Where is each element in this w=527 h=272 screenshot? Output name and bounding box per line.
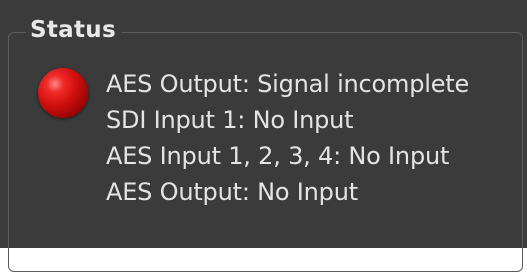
- status-group-title: Status: [26, 13, 122, 47]
- status-panel: Status AES Output: Signal incomplete SDI…: [0, 0, 527, 272]
- status-message-list: AES Output: Signal incomplete SDI Input …: [106, 66, 469, 210]
- status-indicator-led: [38, 68, 88, 118]
- status-line-aes-output-input: AES Output: No Input: [106, 178, 358, 206]
- status-line-aes-input-1-4: AES Input 1, 2, 3, 4: No Input: [106, 142, 450, 170]
- status-line-sdi-input-1: SDI Input 1: No Input: [106, 106, 354, 134]
- status-line-aes-output-signal: AES Output: Signal incomplete: [106, 70, 470, 98]
